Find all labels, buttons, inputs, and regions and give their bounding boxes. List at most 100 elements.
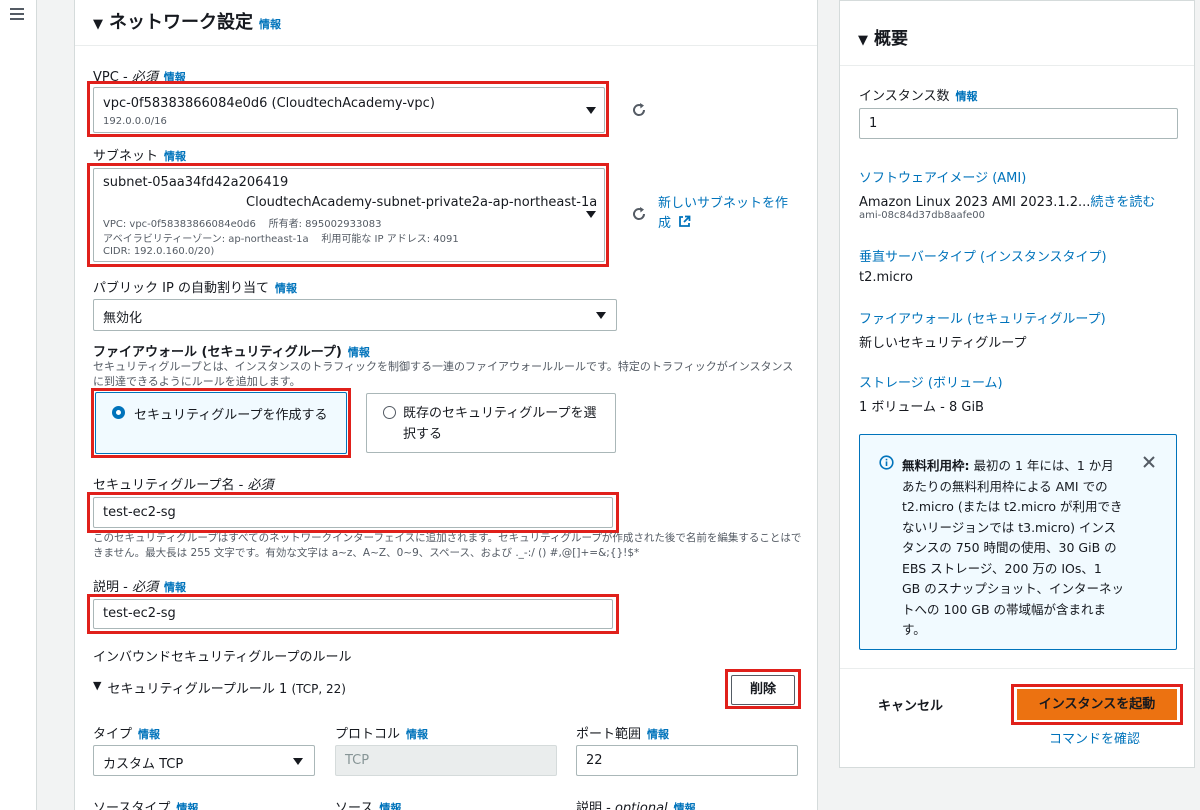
create-security-group-option[interactable]: セキュリティグループを作成する <box>95 392 347 454</box>
info-icon <box>879 455 894 470</box>
port-range-value: 22 <box>586 753 603 768</box>
ami-read-more-link[interactable]: 続きを読む <box>1090 195 1155 210</box>
source-info-link[interactable]: 情報 <box>379 802 401 810</box>
launch-instance-button[interactable]: インスタンスを起動 <box>1017 689 1177 720</box>
source-label: ソース 情報 <box>335 797 401 810</box>
subnet-label-text: サブネット <box>93 149 159 164</box>
hamburger-icon[interactable] <box>10 8 24 23</box>
divider <box>840 668 1194 669</box>
firewall-label-text: ファイアウォール (セキュリティグループ) <box>93 345 342 360</box>
free-tier-body: 最初の 1 年には、1 か月あたりの無料利用枠による AMI での t2.mic… <box>902 458 1124 637</box>
subnet-select[interactable]: subnet-05aa34fd42a206419 CloudtechAcadem… <box>93 168 605 262</box>
storage-link[interactable]: ストレージ (ボリューム) <box>859 372 1003 391</box>
public-ip-label-text: パブリック IP の自動割り当て <box>93 281 269 296</box>
source-type-label-text: ソースタイプ <box>93 801 171 810</box>
instance-count-value: 1 <box>869 116 878 131</box>
port-range-info-link[interactable]: 情報 <box>647 728 669 741</box>
protocol-value: TCP <box>345 753 370 768</box>
protocol-label: プロトコル 情報 <box>335 723 428 742</box>
sg-name-input[interactable]: test-ec2-sg <box>93 497 613 528</box>
info-link[interactable]: 情報 <box>259 18 281 31</box>
existing-security-group-option[interactable]: 既存のセキュリティグループを選択する <box>366 393 616 453</box>
free-tier-title: 無料利用枠: <box>902 458 970 473</box>
collapse-triangle-icon[interactable]: ▼ <box>93 679 101 692</box>
create-subnet-link[interactable]: 新しいサブネットを作成 <box>658 194 798 234</box>
description-label: 説明 - 必須 情報 <box>93 576 186 595</box>
description-value: test-ec2-sg <box>103 606 176 621</box>
rule-description-label: 説明 - optional 情報 <box>576 797 696 810</box>
public-ip-select[interactable]: 無効化 <box>93 299 617 331</box>
collapse-triangle-icon[interactable]: ▼ <box>93 17 103 32</box>
free-tier-alert: 無料利用枠: 最初の 1 年には、1 か月あたりの無料利用枠による AMI での… <box>859 434 1177 650</box>
close-icon[interactable] <box>1142 455 1156 469</box>
collapse-triangle-icon[interactable]: ▼ <box>858 33 868 48</box>
review-commands-link[interactable]: コマンドを確認 <box>1049 728 1140 747</box>
inbound-rules-title: インバウンドセキュリティグループのルール <box>93 650 352 665</box>
rule-description-label-text: 説明 - <box>576 801 615 810</box>
description-info-link[interactable]: 情報 <box>164 581 186 594</box>
firewall-value: 新しいセキュリティグループ <box>859 336 1027 351</box>
firewall-label: ファイアウォール (セキュリティグループ) 情報 <box>93 341 370 360</box>
description-input[interactable]: test-ec2-sg <box>93 599 613 629</box>
vpc-select-value: vpc-0f58383866084e0d6 (CloudtechAcademy-… <box>103 96 435 111</box>
sg-name-label: セキュリティグループ名 - 必須 <box>93 474 273 493</box>
firewall-info-link[interactable]: 情報 <box>348 346 370 359</box>
protocol-label-text: プロトコル <box>335 727 401 742</box>
rule-description-optional: optional <box>614 801 668 810</box>
firewall-description: セキュリティグループとは、インスタンスのトラフィックを制御する一連のファイアウォ… <box>93 360 794 388</box>
external-link-icon <box>679 215 691 227</box>
instances-info-link[interactable]: 情報 <box>955 90 977 103</box>
summary-title-text: 概要 <box>874 29 908 49</box>
radio-unselected-icon <box>383 406 396 419</box>
port-range-label-text: ポート範囲 <box>576 727 642 742</box>
firewall-link[interactable]: ファイアウォール (セキュリティグループ) <box>859 308 1106 327</box>
vpc-cidr: 192.0.0.0/16 <box>103 116 167 127</box>
sg-name-label-text: セキュリティグループ名 - <box>93 478 248 493</box>
cancel-button[interactable]: キャンセル <box>878 695 943 714</box>
ami-link[interactable]: ソフトウェアイメージ (AMI) <box>859 167 1026 186</box>
public-ip-info-link[interactable]: 情報 <box>275 282 297 295</box>
rule-description-info-link[interactable]: 情報 <box>674 802 696 810</box>
ami-id: ami-08c84d37db8aafe00 <box>859 210 985 221</box>
refresh-icon[interactable] <box>631 102 647 118</box>
radio-selected-icon <box>112 406 125 419</box>
summary-panel: ▼ 概要 インスタンス数 情報 1 ソフトウェアイメージ (AMI) Amazon … <box>839 0 1195 768</box>
instance-count-input[interactable]: 1 <box>859 108 1178 139</box>
chevron-down-icon <box>586 107 596 114</box>
section-title-text: ネットワーク設定 <box>109 12 253 33</box>
chevron-down-icon <box>586 211 596 218</box>
type-label-text: タイプ <box>93 727 133 742</box>
public-ip-label: パブリック IP の自動割り当て 情報 <box>93 277 297 296</box>
section-title[interactable]: ▼ ネットワーク設定 情報 <box>93 8 281 34</box>
description-required: 必須 <box>131 580 158 595</box>
network-settings-panel: ▼ ネットワーク設定 情報 VPC - 必須 情報 vpc-0f58383866084… <box>74 0 818 810</box>
type-select[interactable]: カスタム TCP <box>93 745 315 776</box>
free-tier-text: 無料利用枠: 最初の 1 年には、1 か月あたりの無料利用枠による AMI での… <box>902 456 1124 641</box>
instance-type-link[interactable]: 垂直サーバータイプ (インスタンスタイプ) <box>859 246 1107 265</box>
existing-sg-label: 既存のセキュリティグループを選択する <box>403 406 597 442</box>
source-label-text: ソース <box>335 801 374 810</box>
subnet-info-link[interactable]: 情報 <box>164 150 186 163</box>
refresh-icon[interactable] <box>631 206 647 222</box>
vpc-label-text: VPC - <box>93 70 132 85</box>
rule-suffix: (TCP, 22) <box>291 682 346 696</box>
network-settings-header: ▼ ネットワーク設定 情報 <box>75 0 817 46</box>
rule-title: セキュリティグループルール 1 <box>107 682 288 697</box>
rule-header[interactable]: ▼ セキュリティグループルール 1 (TCP, 22) <box>93 678 346 697</box>
vpc-select[interactable]: vpc-0f58383866084e0d6 (CloudtechAcademy-… <box>93 87 605 133</box>
chevron-down-icon <box>596 312 606 319</box>
vpc-info-link[interactable]: 情報 <box>164 71 186 84</box>
protocol-info-link[interactable]: 情報 <box>406 728 428 741</box>
summary-title[interactable]: ▼ 概要 <box>858 24 908 49</box>
source-type-info-link[interactable]: 情報 <box>176 802 198 810</box>
type-info-link[interactable]: 情報 <box>138 728 160 741</box>
ami-value: Amazon Linux 2023 AMI 2023.1.2... <box>859 195 1091 210</box>
port-range-input[interactable]: 22 <box>576 745 798 776</box>
sg-name-required: 必須 <box>247 478 274 493</box>
sg-name-description: このセキュリティグループはすべてのネットワークインターフェイスに追加されます。セ… <box>93 532 802 559</box>
protocol-field: TCP <box>335 745 557 776</box>
delete-rule-button[interactable]: 削除 <box>731 675 795 705</box>
chevron-down-icon <box>293 758 303 765</box>
subnet-vpc-line: VPC: vpc-0f58383866084e0d6 所有者: 89500293… <box>103 219 382 230</box>
subnet-az-line: アベイラビリティーゾーン: ap-northeast-1a 利用可能な IP ア… <box>103 234 459 245</box>
